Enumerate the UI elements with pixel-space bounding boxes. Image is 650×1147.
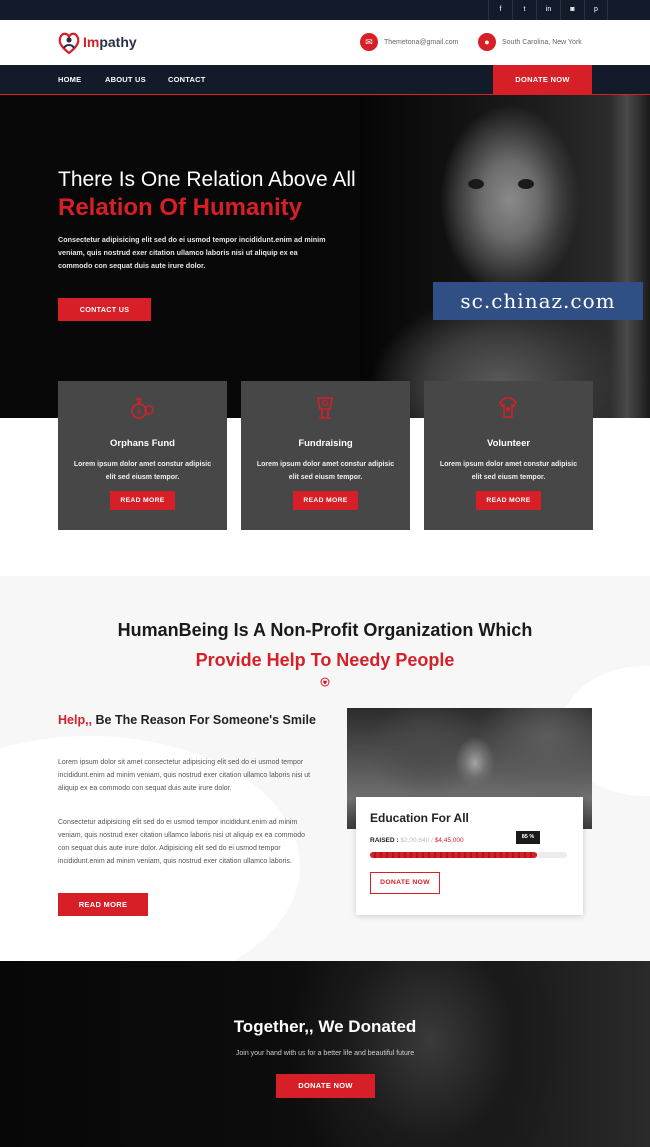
hero-section: There Is One Relation Above All Relation… [0, 95, 650, 418]
progress-bar [370, 852, 567, 858]
site-logo[interactable]: Impathy [58, 31, 148, 55]
section-subheading: Provide Help To Needy People [195, 650, 455, 670]
envelope-icon: ✉ [360, 33, 378, 51]
about-paragraph: Consectetur adipisicing elit sed do ei u… [58, 819, 306, 865]
campaign-title: Education For All [370, 811, 469, 825]
orphans-fund-icon: $ [131, 398, 154, 419]
photo-eye [518, 179, 534, 189]
card-orphans-fund: $ Orphans Fund Lorem ipsum dolor amet co… [58, 381, 227, 530]
donate-cta-section: Together,, We Donated Join your hand wit… [0, 961, 650, 1147]
social-bar: f t in ◙ p [0, 0, 650, 20]
cta-title: Together,, We Donated [233, 1017, 417, 1036]
pinterest-icon[interactable]: p [584, 0, 608, 20]
svg-text:$: $ [137, 408, 141, 416]
progress-fill [370, 852, 538, 858]
instagram-icon[interactable]: ◙ [560, 0, 584, 20]
fundraising-icon [317, 397, 333, 419]
campaign-raised: RAISED : $2,00,640 / $4,45,000 [370, 837, 464, 844]
facebook-icon[interactable]: f [488, 0, 512, 20]
card-fundraising: Fundraising Lorem ipsum dolor amet const… [241, 381, 410, 530]
nav-home[interactable]: HOME [58, 65, 81, 95]
hero-subtitle: Relation Of Humanity [58, 194, 303, 221]
card-title: Orphans Fund [110, 438, 175, 449]
email-contact[interactable]: ✉ Themetona@gmail.com [360, 32, 458, 52]
heart-divider-icon [320, 677, 330, 687]
card-volunteer: Volunteer Lorem ipsum dolor amet constur… [424, 381, 593, 530]
read-more-button[interactable]: READ MORE [293, 491, 358, 510]
map-pin-icon: ● [478, 33, 496, 51]
site-header: Impathy ✉ Themetona@gmail.com ● South Ca… [0, 20, 650, 65]
email-text: Themetona@gmail.com [384, 38, 459, 46]
location-contact: ● South Carolina, New York [478, 32, 582, 52]
campaign-donate-button[interactable]: DONATE NOW [370, 872, 440, 894]
logo-text: Impathy [83, 34, 137, 50]
location-text: South Carolina, New York [502, 38, 582, 46]
help-title: Help,, Be The Reason For Someone's Smile [58, 713, 316, 727]
read-more-button[interactable]: READ MORE [110, 491, 175, 510]
hero-text: Consectetur adipisicing elit sed do ei u… [58, 235, 326, 270]
cta-text: Join your hand with us for a better life… [235, 1050, 415, 1057]
cta-donate-button[interactable]: DONATE NOW [276, 1074, 375, 1098]
section-heading: HumanBeing Is A Non-Profit Organization … [117, 620, 533, 640]
read-more-button[interactable]: READ MORE [476, 491, 541, 510]
card-text: Lorem ipsum dolor amet constur adipisic … [73, 461, 212, 481]
about-paragraph: Lorem ipsum dolor sit amet consectetur a… [58, 759, 311, 792]
progress-badge: 85 % [516, 831, 540, 844]
twitter-icon[interactable]: t [512, 0, 536, 20]
nav-donate-button[interactable]: DONATE NOW [493, 65, 592, 95]
nav-about[interactable]: ABOUT US [105, 65, 146, 95]
campaign-card: Education For All RAISED : $2,00,640 / $… [356, 797, 583, 915]
main-nav: HOME ABOUT US CONTACT DONATE NOW [0, 65, 650, 95]
linkedin-icon[interactable]: in [536, 0, 560, 20]
hero-child-photo [360, 95, 650, 418]
card-text: Lorem ipsum dolor amet constur adipisic … [256, 461, 395, 481]
watermark-banner: sc.chinaz.com [433, 282, 643, 320]
read-more-button[interactable]: READ MORE [58, 893, 148, 916]
card-title: Volunteer [486, 438, 531, 449]
contact-us-button[interactable]: CONTACT US [58, 298, 151, 321]
photo-eye [468, 179, 484, 189]
volunteer-icon [498, 397, 518, 418]
card-text: Lorem ipsum dolor amet constur adipisic … [439, 461, 578, 481]
hero-title: There Is One Relation Above All [58, 168, 356, 191]
about-section: HumanBeing Is A Non-Profit Organization … [0, 576, 650, 961]
nav-contact[interactable]: CONTACT [168, 65, 206, 95]
card-title: Fundraising [298, 438, 353, 449]
heart-hands-icon [58, 32, 80, 55]
